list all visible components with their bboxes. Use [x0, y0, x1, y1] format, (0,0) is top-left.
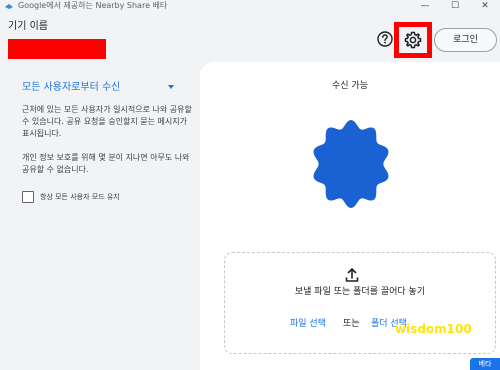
- maximize-button[interactable]: ☐: [440, 0, 470, 12]
- window-title: Google에서 제공하는 Nearby Share 베타: [18, 1, 168, 10]
- help-icon[interactable]: [376, 30, 394, 48]
- receive-mode-dropdown[interactable]: 모든 사용자로부터 수신: [22, 82, 120, 94]
- drop-instructions: 보낼 파일 또는 폴더를 끌어다 놓기: [294, 287, 426, 297]
- minimize-button[interactable]: —: [410, 0, 440, 12]
- privacy-note: 개인 정보 보호를 위해 몇 분이 지나면 아무도 나와 공유할 수 없습니다.: [22, 153, 190, 174]
- or-text: 또는: [343, 319, 360, 329]
- device-badge-icon: [313, 120, 389, 208]
- always-everyone-label: 항상 모든 사용자 모드 유지: [40, 193, 120, 201]
- chevron-down-icon[interactable]: [168, 85, 174, 89]
- select-file-link[interactable]: 파일 선택: [290, 318, 326, 330]
- nearby-share-icon: [5, 4, 13, 9]
- watermark: wisdom100: [395, 322, 472, 336]
- beta-badge: 베타: [470, 358, 500, 370]
- close-button[interactable]: ✕: [470, 0, 500, 12]
- always-everyone-checkbox[interactable]: [22, 191, 34, 203]
- always-everyone-checkbox-row[interactable]: 항상 모든 사용자 모드 유지: [22, 191, 120, 203]
- title-bar: Google에서 제공하는 Nearby Share 베타 — ☐ ✕: [0, 0, 500, 12]
- device-name-label: 기기 이름: [8, 21, 48, 32]
- upload-icon: [345, 268, 359, 282]
- login-button[interactable]: 로그인: [434, 28, 497, 52]
- gear-icon[interactable]: [403, 30, 423, 50]
- receive-status: 수신 가능: [332, 81, 368, 91]
- receive-mode-description: 근처에 있는 모든 사용자가 일시적으로 나와 공유할 수 있습니다. 공유 요…: [22, 105, 192, 138]
- file-drop-zone[interactable]: [224, 252, 496, 354]
- device-name-redacted: [8, 39, 106, 59]
